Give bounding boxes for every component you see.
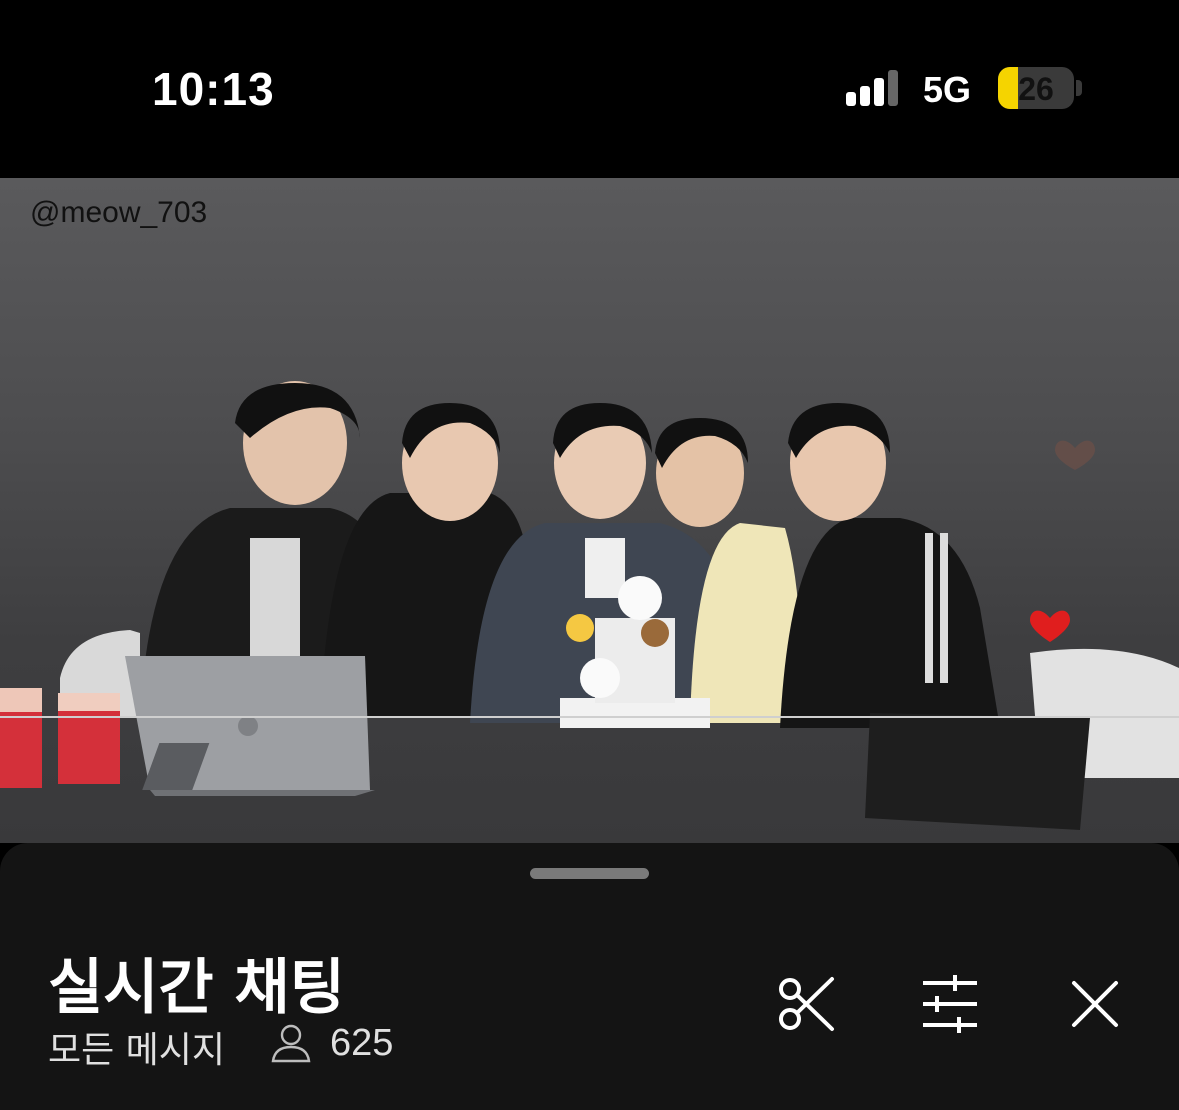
chat-filter-dropdown[interactable]: 모든 메시지 [48, 1021, 225, 1073]
sliders-icon[interactable] [915, 969, 985, 1039]
person-icon [271, 1024, 311, 1063]
viewer-count: 625 [330, 1021, 394, 1064]
viewer-count-group: 625 [270, 1021, 393, 1065]
video-frame [0, 381, 1179, 830]
cellular-signal-icon [846, 70, 906, 106]
drag-handle[interactable] [530, 868, 649, 879]
close-icon[interactable] [1060, 969, 1130, 1039]
scissors-icon[interactable] [772, 969, 842, 1039]
network-type: 5G [923, 69, 972, 110]
battery-level: 26 [1018, 71, 1054, 107]
live-chat-panel: 실시간 채팅 모든 메시지 625 [0, 843, 1179, 1110]
table-edge [0, 716, 1179, 718]
video-player[interactable]: @meow_703 [0, 178, 1179, 843]
panel-title: 실시간 채팅 [48, 953, 345, 1023]
status-bar: 10:13 5G 26 [0, 0, 1179, 178]
watermark: @meow_703 [30, 196, 208, 229]
battery-icon: 26 [998, 67, 1074, 109]
status-time: 10:13 [152, 63, 275, 115]
battery-nub [1076, 80, 1082, 96]
